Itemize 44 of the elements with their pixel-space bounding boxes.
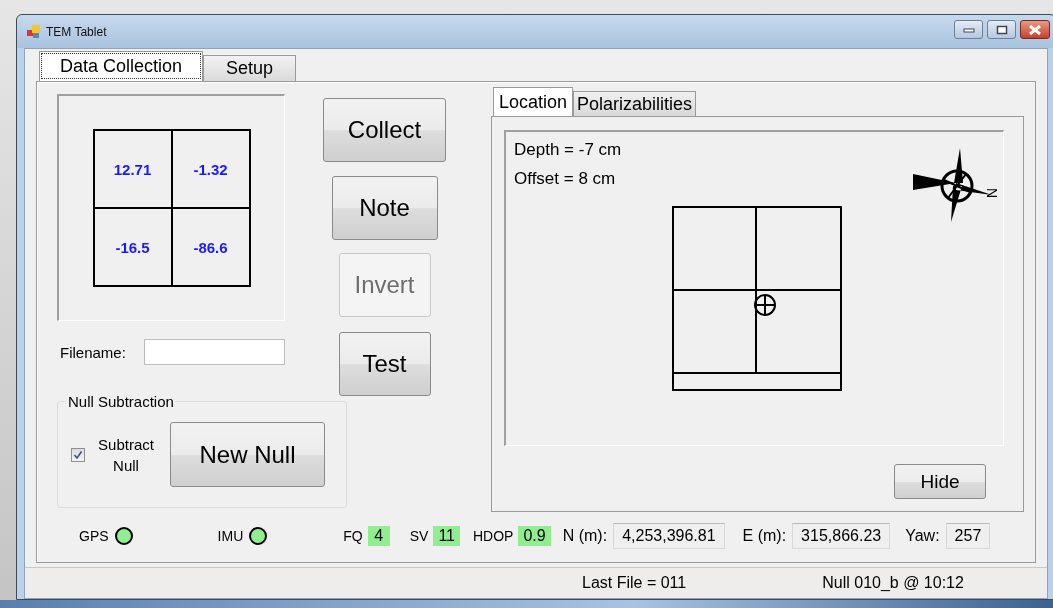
coordinate-field: 315,866.23 [792,523,891,549]
indicator-label: GPS [79,528,109,544]
action-button[interactable]: Collect [323,98,446,162]
location-text: Depth = -7 cm [514,140,622,160]
metric-label: FQ [343,528,363,544]
crosshair-icon [754,294,776,316]
window-title: TEM Tablet [46,24,107,39]
coordinate-label: Yaw: [905,527,940,545]
coordinate-label: E (m): [742,527,787,545]
tab[interactable]: Data Collection [39,51,204,81]
close-button[interactable] [1020,20,1050,39]
tab[interactable]: Polarizabilities [573,91,697,116]
group-title: Null Subtraction [66,393,176,410]
subtract-null-checkbox[interactable] [71,447,85,462]
indicator-label: IMU [217,528,244,544]
filename-label: Filename: [60,343,126,361]
tab[interactable]: Location [493,87,574,116]
action-button[interactable]: Test [338,332,431,396]
minimize-icon [962,26,975,33]
maximize-button[interactable] [987,20,1016,39]
close-icon [1028,24,1042,35]
coordinate-label: N (m): [562,527,608,545]
metric-value: 11 [433,526,460,546]
app-icon [27,24,41,39]
reading-cell: -1.32 [171,130,250,208]
reading-cell: -16.5 [93,208,172,286]
coordinate-field: 4,253,396.81 [613,523,725,549]
maximize-icon [995,24,1008,35]
metric-label: SV [409,528,429,544]
location-text: Offset = 8 cm [514,169,616,189]
hide-button[interactable]: Hide [894,464,986,499]
checkbox-label: Subtract Null [97,434,155,476]
tab[interactable]: Setup [203,55,297,81]
coordinate-field: 257 [945,523,991,549]
new-null-button[interactable]: New Null [170,422,325,487]
reading-cell: -86.6 [171,208,250,286]
metric-label: HDOP [473,528,514,544]
status-text: Null 010_b @ 10:12 [822,574,964,592]
metric-value: 0.9 [518,526,551,546]
metric-value: 4 [367,526,390,546]
action-button[interactable]: Note [331,176,438,240]
filename-field[interactable] [144,339,285,365]
reading-cell: 12.71 [93,130,172,208]
status-text: Last File = 011 [582,574,687,592]
